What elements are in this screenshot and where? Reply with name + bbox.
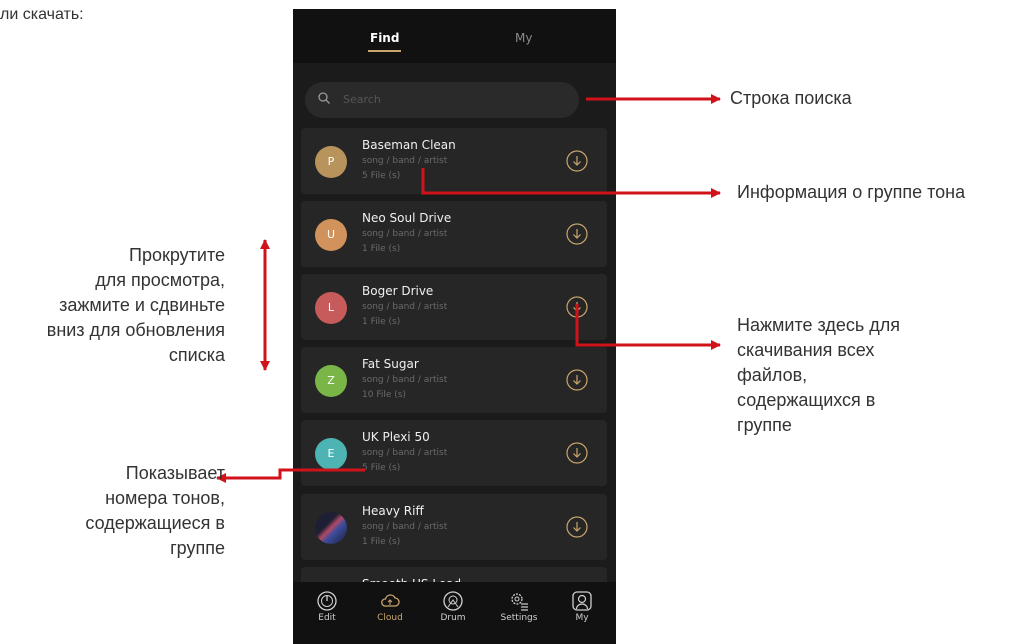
group-info-arrow	[421, 168, 721, 198]
tone-count-arrow	[216, 468, 365, 483]
annotation-download-all: Нажмите здесь для скачивания всех файлов…	[737, 315, 901, 435]
annotation-tone-count: Показывает номера тонов, содержащиеся в …	[85, 463, 225, 558]
annotation-scroll: Прокрутите для просмотра, зажмите и сдви…	[46, 245, 225, 365]
download-arrow	[575, 304, 721, 350]
annotation-search-bar: Строка поиска	[730, 88, 852, 108]
annotation-group-info: Информация о группе тона	[737, 182, 966, 202]
